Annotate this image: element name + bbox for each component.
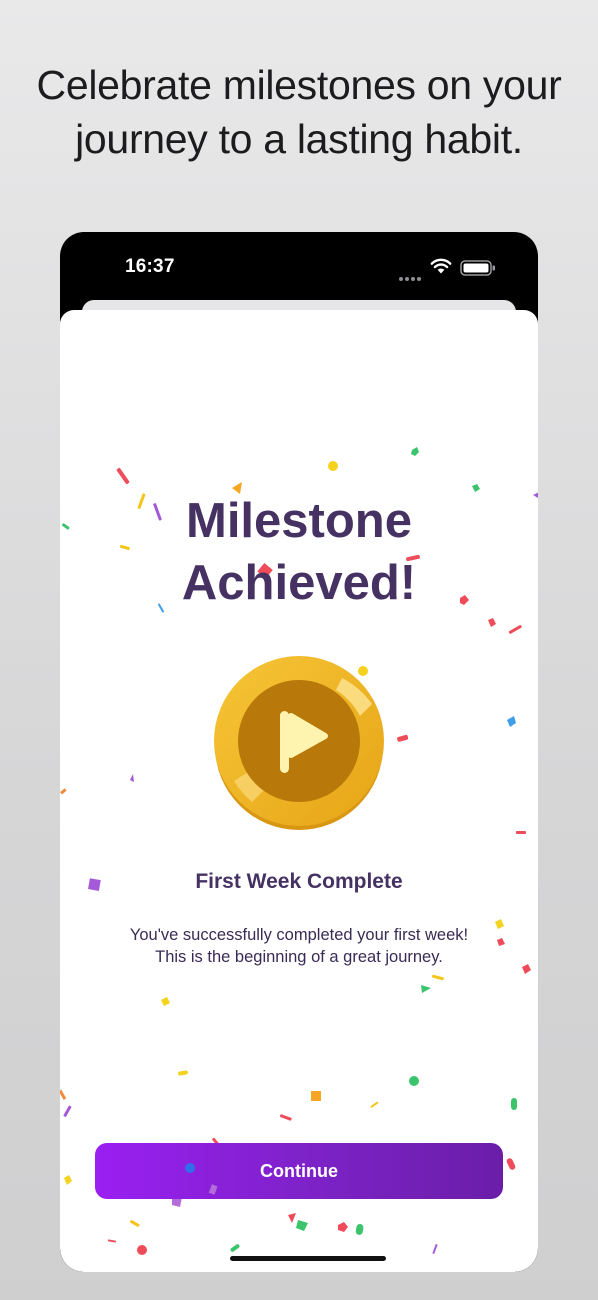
phone-frame: 16:37 Milestone Achieved! First Week Com… [60,232,538,1272]
battery-icon [460,260,495,276]
milestone-name: First Week Complete [195,870,403,893]
home-indicator [230,1256,386,1261]
milestone-title-line-1: Milestone [186,494,412,548]
milestone-medal-badge [214,656,384,830]
headline: Celebrate milestones on your journey to … [36,62,562,162]
description-line-1: You've successfully completed your first… [129,926,469,944]
status-bar: 16:37 [60,232,538,302]
description-line-2: This is the beginning of a great journey… [155,948,443,966]
milestone-description: You've successfully completed your first… [84,924,514,968]
milestone-title-line-2: Achieved! [181,556,417,610]
signal-dots-icon [399,268,423,281]
milestone-title: Milestone Achieved! [60,490,538,614]
wifi-icon [430,258,452,274]
status-time: 16:37 [125,256,175,277]
milestone-sheet: Milestone Achieved! First Week Complete [60,310,538,1272]
continue-button[interactable]: Continue [95,1143,503,1199]
